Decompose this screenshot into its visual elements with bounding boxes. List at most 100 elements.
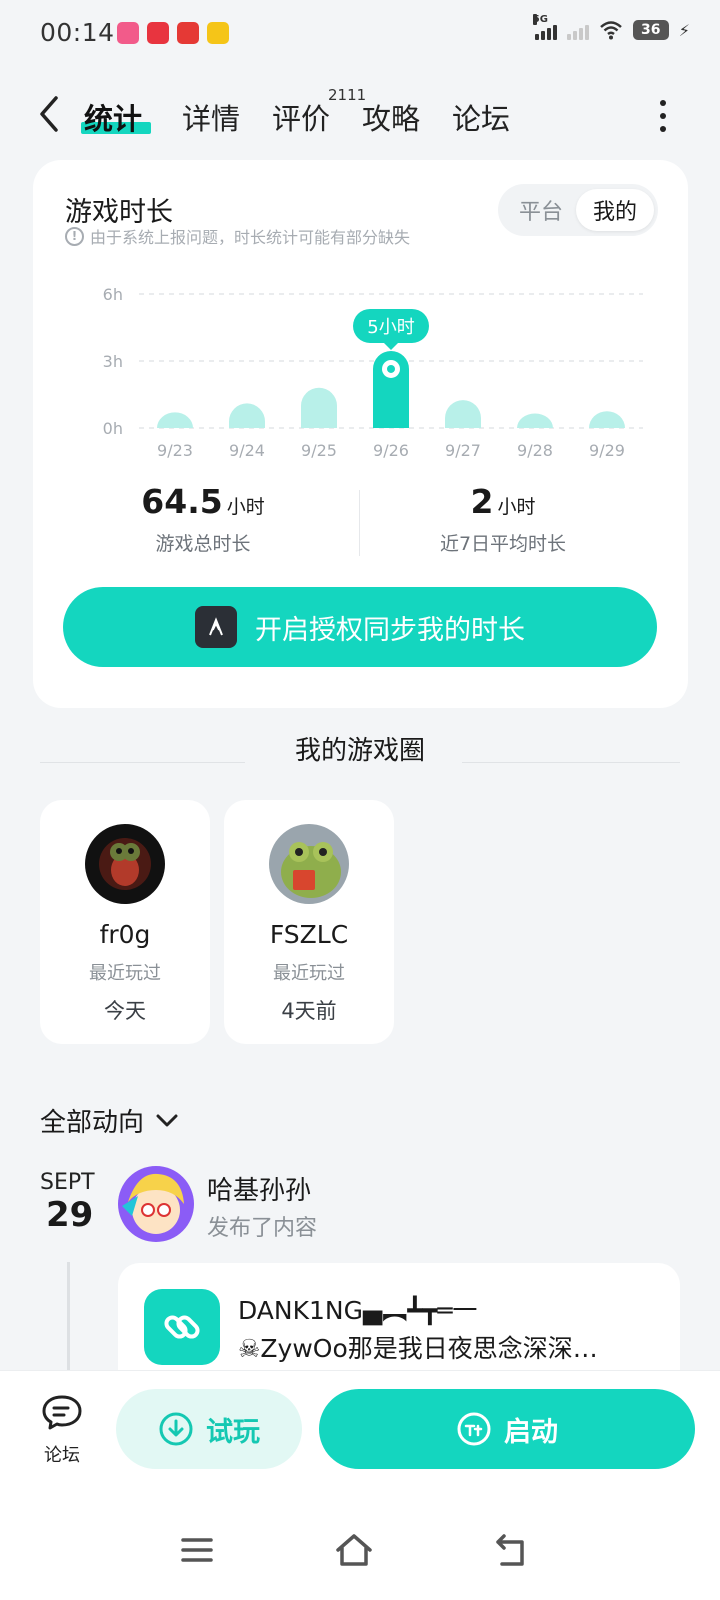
- post-card[interactable]: DANK1NG▄︻┻┳═一 ☠ZywOo那是我日夜思念深深…: [118, 1263, 680, 1383]
- wifi-icon: [599, 21, 622, 40]
- app-logo-icon: [195, 606, 237, 648]
- review-count-badge: 2111: [328, 86, 367, 104]
- home-icon[interactable]: [334, 1532, 374, 1568]
- post-text: ☠ZywOo那是我日夜思念深深…: [238, 1334, 598, 1363]
- playtime-card: 游戏时长 ! 由于系统上报问题，时长统计可能有部分缺失 平台 我的 0h 3h 6h…: [33, 160, 688, 708]
- y-tick-label: 6h: [103, 285, 123, 304]
- bar-tooltip-label: 5小时: [367, 317, 414, 338]
- chart-bar: [301, 387, 337, 428]
- x-tick-label: 9/25: [301, 441, 337, 460]
- x-tick-label: 9/24: [229, 441, 265, 460]
- x-tick-label: 9/26: [373, 441, 409, 460]
- battery-icon: 36: [632, 20, 669, 40]
- activity-filter-dropdown[interactable]: 全部动向: [40, 1102, 178, 1139]
- launch-button[interactable]: 启动: [319, 1389, 695, 1469]
- average-playtime-label: 近7日平均时长: [439, 533, 567, 555]
- playtime-bar-chart: 0h 3h 6h 9/23 9/24 9/25 9/26 5小时 9/27 9/28 9/29: [103, 285, 643, 460]
- more-options-icon[interactable]: [660, 100, 668, 132]
- card-note-text: 由于系统上报问题，时长统计可能有部分缺失: [90, 228, 411, 247]
- x-tick-label: 9/23: [157, 441, 193, 460]
- forum-label: 论坛: [44, 1445, 80, 1466]
- friend-last-played: 今天: [104, 999, 146, 1023]
- launch-label: 启动: [504, 1416, 558, 1448]
- y-tick-label: 0h: [103, 419, 123, 438]
- feed-username[interactable]: 哈基孙孙: [207, 1170, 311, 1207]
- app-notification-icon: [147, 22, 169, 44]
- average-playtime-value: 2: [470, 482, 494, 521]
- activity-filter-label: 全部动向: [40, 1108, 145, 1138]
- tab-reviews[interactable]: 评价: [272, 96, 330, 138]
- friend-last-played: 4天前: [281, 999, 337, 1023]
- bar-tooltip-pointer: [384, 342, 398, 350]
- trial-play-label: 试玩: [206, 1416, 260, 1448]
- timeline-line: [67, 1262, 70, 1372]
- bar-marker-dot: [387, 364, 395, 373]
- chart-bar: [517, 413, 553, 428]
- taptap-logo-icon: [457, 1412, 491, 1446]
- charging-icon: ⚡: [678, 20, 690, 40]
- y-tick-label: 3h: [103, 352, 123, 371]
- avatar: [269, 824, 349, 904]
- feed-date-month: SEPT: [40, 1170, 95, 1195]
- status-indicators: 5G 36 ⚡: [532, 14, 690, 40]
- notification-icons: [117, 22, 229, 44]
- trial-play-button[interactable]: 试玩: [116, 1389, 302, 1469]
- average-playtime-unit: 小时: [497, 496, 536, 518]
- chart-bar: [157, 412, 193, 428]
- header-tabs: 统计 详情 评价 2111 攻略 论坛: [0, 80, 720, 150]
- app-notification-icon: [117, 22, 139, 44]
- authorize-sync-label: 开启授权同步我的时长: [255, 614, 525, 646]
- friend-status: 最近玩过: [273, 963, 345, 984]
- menu-icon[interactable]: [179, 1532, 215, 1568]
- friend-status: 最近玩过: [89, 963, 161, 984]
- chevron-down-icon: [156, 1114, 178, 1126]
- x-tick-label: 9/28: [517, 441, 553, 460]
- link-icon: [144, 1289, 220, 1365]
- download-icon: [159, 1412, 193, 1446]
- chart-bar: [589, 411, 625, 428]
- friend-card[interactable]: FSZLC 最近玩过 4天前: [224, 800, 394, 1044]
- x-tick-label: 9/27: [445, 441, 481, 460]
- post-title: DANK1NG▄︻┻┳═一: [238, 1296, 478, 1325]
- app-notification-icon: [177, 22, 199, 44]
- signal-secondary-icon: [566, 20, 589, 40]
- bottom-action-bar: 论坛 试玩 启动: [0, 1370, 720, 1492]
- divider-line: [462, 762, 680, 763]
- chat-bubble-icon: [42, 1395, 82, 1430]
- avatar: [85, 824, 165, 904]
- friend-name: fr0g: [99, 920, 151, 949]
- back-icon[interactable]: [494, 1532, 530, 1568]
- info-icon: !: [65, 226, 84, 246]
- total-playtime-value: 64.5: [141, 482, 223, 521]
- tab-details[interactable]: 详情: [182, 96, 240, 138]
- forum-button[interactable]: 论坛: [36, 1393, 88, 1467]
- friend-name: FSZLC: [269, 920, 349, 949]
- chart-bar: [445, 400, 481, 428]
- card-note: ! 由于系统上报问题，时长统计可能有部分缺失: [65, 224, 410, 248]
- status-time: 00:14: [40, 18, 115, 47]
- toggle-platform[interactable]: 平台: [502, 189, 580, 231]
- chart-bar: [229, 403, 265, 428]
- avatar[interactable]: [118, 1166, 194, 1242]
- tab-stats[interactable]: 统计: [84, 96, 142, 138]
- total-playtime-label: 游戏总时长: [155, 533, 251, 555]
- app-notification-icon: [207, 22, 229, 44]
- total-playtime-stat: 64.5 小时 游戏总时长: [103, 482, 303, 556]
- total-playtime-unit: 小时: [226, 496, 265, 518]
- friend-card[interactable]: fr0g 最近玩过 今天: [40, 800, 210, 1044]
- toggle-mine[interactable]: 我的: [576, 189, 654, 231]
- stat-divider: [359, 490, 360, 556]
- feed-action: 发布了内容: [207, 1216, 318, 1241]
- signal-5g-icon: 5G: [532, 14, 557, 40]
- tab-guides[interactable]: 攻略: [362, 96, 420, 138]
- x-tick-label: 9/29: [589, 441, 625, 460]
- status-bar: 00:14 5G 36 ⚡: [0, 0, 720, 68]
- authorize-sync-button[interactable]: 开启授权同步我的时长: [63, 587, 657, 667]
- back-arrow-icon[interactable]: [34, 94, 64, 134]
- average-playtime-stat: 2 小时 近7日平均时长: [403, 482, 603, 556]
- feed-date-day: 29: [46, 1195, 94, 1235]
- source-toggle: 平台 我的: [498, 184, 658, 236]
- system-navigation-bar: [0, 1492, 720, 1600]
- network-type-label: 5G: [532, 14, 548, 25]
- tab-forum[interactable]: 论坛: [452, 96, 510, 138]
